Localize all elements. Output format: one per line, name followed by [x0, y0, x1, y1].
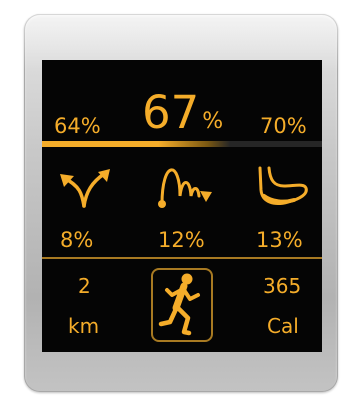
progress-bar	[42, 141, 322, 147]
left-percentage: 64%	[54, 114, 101, 138]
foot-icon	[252, 164, 312, 210]
bounce-wave-icon	[154, 164, 218, 210]
main-value: 67	[142, 86, 200, 139]
direction-arrows-icon	[58, 166, 114, 210]
runner-icon	[156, 272, 208, 338]
right-percentage: 70%	[260, 114, 307, 138]
divider-top	[42, 257, 322, 259]
device-screen: 64% 67% 70% 8% 12% 13% 2 km 365 Cal	[42, 60, 322, 352]
calories-unit: Cal	[267, 314, 299, 338]
metric-value-foot: 13%	[256, 228, 303, 252]
metric-value-direction: 8%	[60, 228, 94, 252]
main-unit: %	[202, 109, 224, 134]
metric-value-bounce: 12%	[158, 228, 205, 252]
distance-unit: km	[68, 314, 100, 338]
calories-value: 365	[263, 274, 302, 298]
distance-value: 2	[78, 274, 91, 298]
main-percentage: 67%	[142, 88, 223, 138]
progress-fill	[42, 141, 230, 147]
